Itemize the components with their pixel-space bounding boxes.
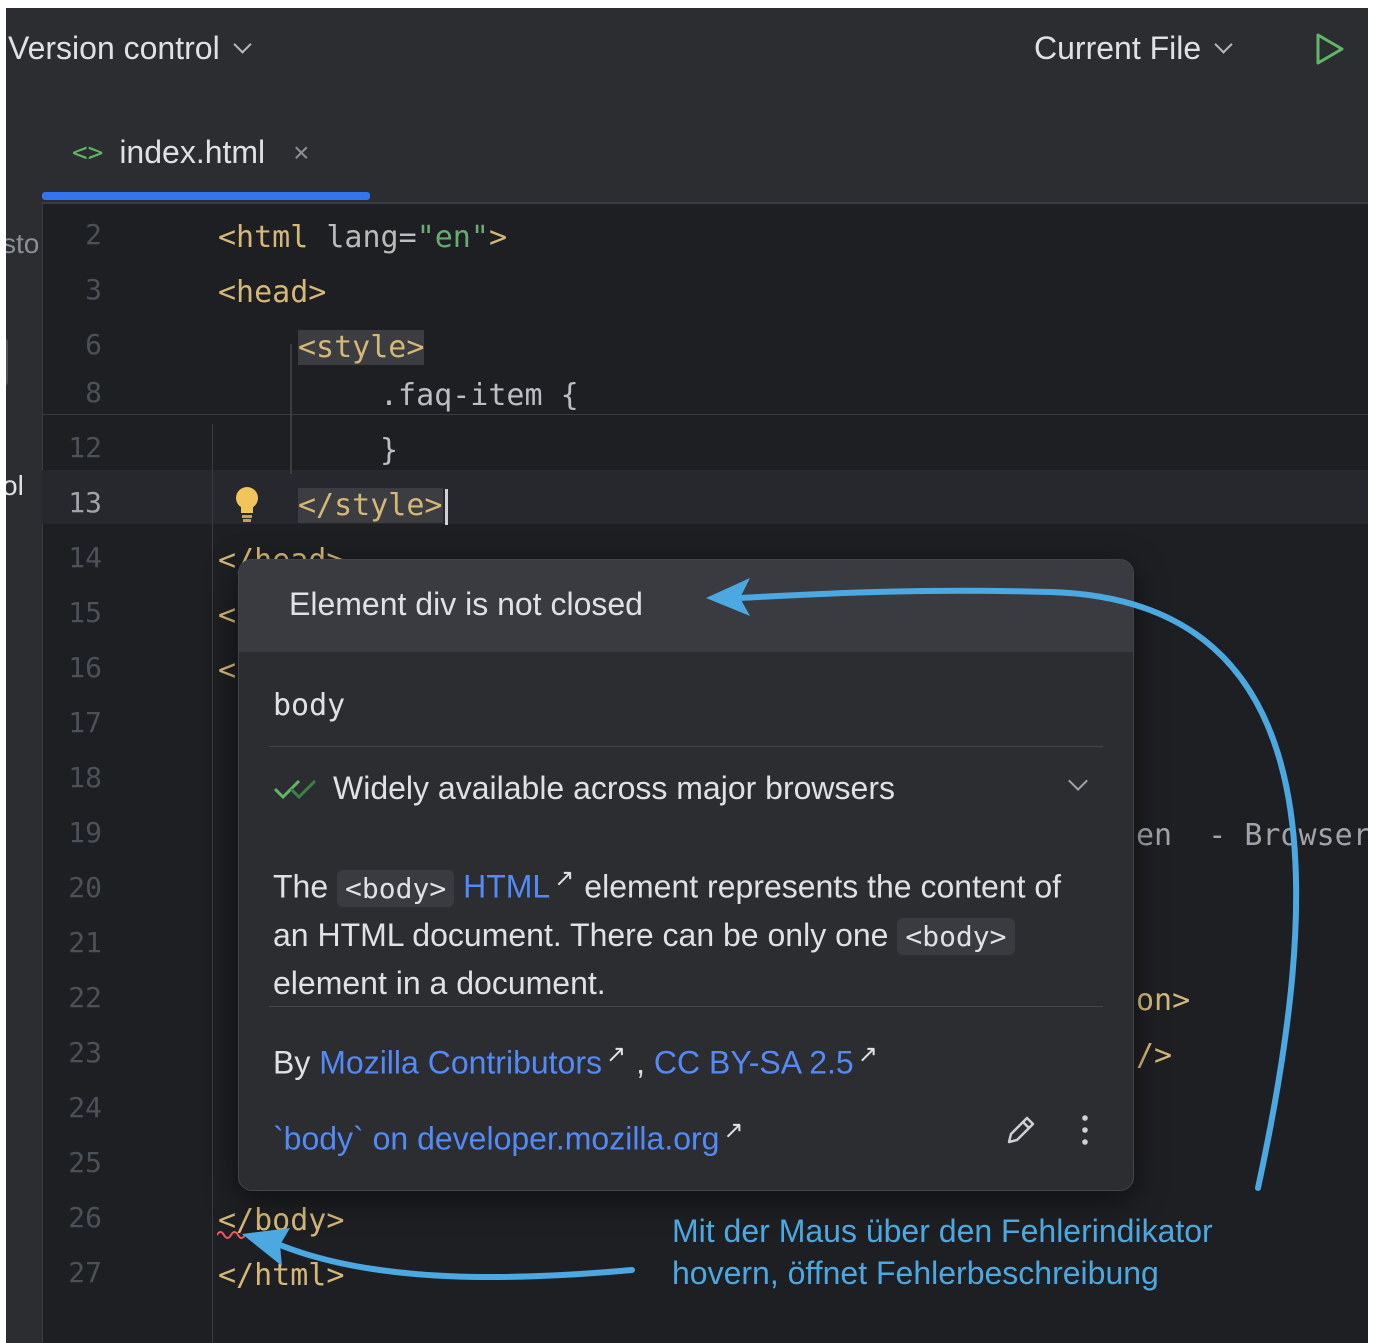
tab-index-html[interactable]: <> index.html × bbox=[72, 134, 310, 171]
line-number: 15 bbox=[68, 596, 102, 629]
line-number: 24 bbox=[68, 1091, 102, 1124]
line-number: 8 bbox=[85, 376, 102, 409]
error-message: Element div is not closed bbox=[289, 586, 643, 622]
run-icon[interactable] bbox=[1312, 32, 1346, 66]
external-link-icon: ↗ bbox=[857, 1041, 878, 1068]
line-number: 27 bbox=[68, 1256, 102, 1289]
line-number: 26 bbox=[68, 1201, 102, 1234]
code-line: <style> bbox=[298, 330, 425, 365]
line-number: 18 bbox=[68, 761, 102, 794]
line-number: 6 bbox=[85, 328, 102, 361]
code-line: <html lang="en"> bbox=[218, 220, 507, 255]
tool-window-label[interactable]: sto bbox=[6, 228, 39, 260]
tool-window-label[interactable]: ol bbox=[6, 470, 24, 502]
matched-tag-highlight: </style> bbox=[298, 488, 443, 523]
gutter-divider bbox=[212, 424, 213, 1343]
availability-text: Widely available across major browsers bbox=[333, 770, 895, 806]
indent-guide bbox=[290, 344, 292, 474]
error-tooltip-popup: Element div is not closed body Widely av… bbox=[238, 559, 1134, 1191]
line-number: 25 bbox=[68, 1146, 102, 1179]
line-number: 22 bbox=[68, 981, 102, 1014]
ide-window: Version control Current File sto ol <> i… bbox=[6, 8, 1368, 1343]
code-line: } bbox=[380, 433, 399, 468]
element-name: body bbox=[273, 688, 346, 723]
baseline-check-icon bbox=[273, 779, 317, 799]
main-toolbar: Version control Current File bbox=[6, 8, 1368, 98]
code-line: .faq-item { bbox=[380, 378, 579, 413]
inline-code: <body> bbox=[897, 917, 1015, 955]
run-config-dropdown[interactable]: Current File bbox=[1034, 30, 1233, 67]
inline-code: <body> bbox=[337, 869, 455, 907]
left-tool-strip: sto ol bbox=[6, 98, 43, 1343]
edit-icon[interactable] bbox=[1003, 1112, 1039, 1148]
folding-separator bbox=[42, 414, 1368, 415]
version-control-dropdown[interactable]: Version control bbox=[8, 30, 252, 67]
popup-header: Element div is not closed bbox=[239, 560, 1133, 652]
lightbulb-icon[interactable] bbox=[230, 484, 264, 524]
html-file-icon: <> bbox=[72, 137, 104, 168]
run-config-label: Current File bbox=[1034, 30, 1202, 66]
tab-label: index.html bbox=[119, 134, 266, 170]
divider bbox=[269, 746, 1103, 747]
attribution: By Mozilla Contributors ↗, CC BY-SA 2.5 ↗ bbox=[273, 1041, 878, 1081]
text-caret bbox=[444, 488, 448, 525]
line-number: 14 bbox=[68, 541, 102, 574]
line-number: 16 bbox=[68, 651, 102, 684]
code-line: < bbox=[218, 598, 237, 633]
version-control-label: Version control bbox=[8, 30, 220, 66]
code-line: < bbox=[218, 653, 237, 688]
line-number: 19 bbox=[68, 816, 102, 849]
code-line-fragment: en - Browser bbox=[1136, 818, 1368, 853]
line-number: 12 bbox=[68, 431, 102, 464]
active-tab-indicator bbox=[42, 192, 370, 200]
code-line-fragment: on> bbox=[1136, 983, 1191, 1018]
code-line-current: </style> bbox=[298, 488, 448, 525]
chevron-down-icon[interactable] bbox=[1068, 771, 1088, 791]
line-number: 17 bbox=[68, 706, 102, 739]
close-icon[interactable]: × bbox=[293, 137, 309, 169]
mdn-link-row: `body` on developer.mozilla.org ↗ bbox=[273, 1116, 754, 1158]
code-line: <head> bbox=[218, 275, 327, 310]
line-number: 2 bbox=[85, 218, 102, 251]
annotation-line: hovern, öffnet Fehlerbeschreibung bbox=[672, 1255, 1159, 1291]
chevron-down-icon bbox=[232, 35, 252, 54]
line-number: 23 bbox=[68, 1036, 102, 1069]
line-number-current: 13 bbox=[68, 486, 102, 519]
mozilla-contributors-link[interactable]: Mozilla Contributors bbox=[319, 1045, 602, 1081]
line-number: 20 bbox=[68, 871, 102, 904]
external-link-icon: ↗ bbox=[606, 1041, 627, 1068]
error-indicator-squiggle[interactable] bbox=[217, 1229, 245, 1239]
license-link[interactable]: CC BY-SA 2.5 bbox=[654, 1045, 854, 1081]
scroll-thumb[interactable] bbox=[6, 338, 8, 386]
line-number: 21 bbox=[68, 926, 102, 959]
chevron-down-icon bbox=[1214, 35, 1233, 54]
annotation-line: Mit der Maus über den Fehlerindikator bbox=[672, 1213, 1213, 1249]
external-link-icon: ↗ bbox=[723, 1117, 744, 1144]
more-options-icon[interactable] bbox=[1075, 1110, 1095, 1150]
availability-row[interactable]: Widely available across major browsers bbox=[273, 770, 895, 807]
external-link-icon: ↗ bbox=[554, 865, 575, 892]
line-number: 3 bbox=[85, 273, 102, 306]
divider bbox=[269, 1006, 1103, 1007]
html-link[interactable]: HTML bbox=[463, 869, 550, 905]
element-description: The <body> HTML ↗ element represents the c… bbox=[273, 865, 1062, 1001]
code-line-fragment: /> bbox=[1136, 1038, 1173, 1073]
matched-tag-highlight: <style> bbox=[298, 330, 425, 365]
code-line: </html> bbox=[218, 1258, 345, 1293]
mdn-link[interactable]: `body` on developer.mozilla.org bbox=[273, 1121, 719, 1157]
annotation-text: Mit der Maus über den Fehlerindikator ho… bbox=[672, 1210, 1213, 1294]
editor-tab-bar: <> index.html × bbox=[42, 98, 1368, 204]
